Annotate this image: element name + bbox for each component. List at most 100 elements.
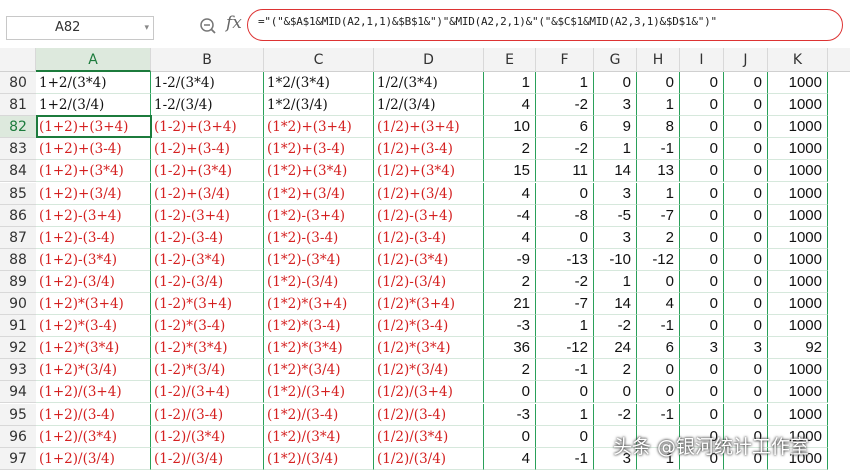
cell-k92[interactable]: 92 <box>768 337 828 360</box>
cell-b86[interactable]: (1-2)-(3+4) <box>151 204 264 227</box>
cell-c82[interactable]: (1*2)+(3+4) <box>264 116 374 139</box>
cell-c85[interactable]: (1*2)+(3/4) <box>264 182 374 205</box>
cell-d84[interactable]: (1/2)+(3*4) <box>374 160 484 183</box>
cell-e80[interactable]: 1 <box>484 72 536 94</box>
cell-h82[interactable]: 8 <box>637 116 680 139</box>
cell-g84[interactable]: 14 <box>594 160 637 183</box>
cell-c95[interactable]: (1*2)/(3-4) <box>264 403 374 426</box>
cell-i83[interactable]: 0 <box>680 138 724 161</box>
cell-i85[interactable]: 0 <box>680 182 724 205</box>
cell-a84[interactable]: (1+2)+(3*4) <box>36 160 151 183</box>
cell-j81[interactable]: 0 <box>724 94 768 117</box>
cell-c92[interactable]: (1*2)*(3*4) <box>264 337 374 360</box>
cell-c88[interactable]: (1*2)-(3*4) <box>264 248 374 271</box>
cell-i86[interactable]: 0 <box>680 204 724 227</box>
cell-k80[interactable]: 1000 <box>768 72 828 94</box>
cell-j84[interactable]: 0 <box>724 160 768 183</box>
cell-e87[interactable]: 4 <box>484 226 536 249</box>
cell-g92[interactable]: 24 <box>594 337 637 360</box>
cell-i94[interactable]: 0 <box>680 381 724 404</box>
cell-k95[interactable]: 1000 <box>768 403 828 426</box>
cell-e93[interactable]: 2 <box>484 359 536 382</box>
cell-j95[interactable]: 0 <box>724 403 768 426</box>
cell-g87[interactable]: 3 <box>594 226 637 249</box>
cell-f84[interactable]: 11 <box>536 160 594 183</box>
cell-e94[interactable]: 0 <box>484 381 536 404</box>
column-header-i[interactable]: I <box>680 48 724 72</box>
cell-g88[interactable]: -10 <box>594 248 637 271</box>
row-header-93[interactable]: 93 <box>0 359 36 382</box>
cell-b90[interactable]: (1-2)*(3+4) <box>151 293 264 315</box>
cell-k93[interactable]: 1000 <box>768 359 828 382</box>
cell-f85[interactable]: 0 <box>536 182 594 205</box>
row-header-92[interactable]: 92 <box>0 337 36 360</box>
cell-d88[interactable]: (1/2)-(3*4) <box>374 248 484 271</box>
cell-b94[interactable]: (1-2)/(3+4) <box>151 381 264 404</box>
cell-c91[interactable]: (1*2)*(3-4) <box>264 315 374 338</box>
cell-a89[interactable]: (1+2)-(3/4) <box>36 270 151 293</box>
cell-f80[interactable]: 1 <box>536 72 594 94</box>
cell-f81[interactable]: -2 <box>536 94 594 117</box>
cell-e92[interactable]: 36 <box>484 337 536 360</box>
cell-c97[interactable]: (1*2)/(3/4) <box>264 447 374 470</box>
cell-h95[interactable]: -1 <box>637 403 680 426</box>
cell-d83[interactable]: (1/2)+(3-4) <box>374 138 484 161</box>
cell-k84[interactable]: 1000 <box>768 160 828 183</box>
cell-e89[interactable]: 2 <box>484 270 536 293</box>
cell-b95[interactable]: (1-2)/(3-4) <box>151 403 264 426</box>
cell-j86[interactable]: 0 <box>724 204 768 227</box>
cell-a93[interactable]: (1+2)*(3/4) <box>36 359 151 382</box>
cell-j90[interactable]: 0 <box>724 293 768 315</box>
cell-d85[interactable]: (1/2)+(3/4) <box>374 182 484 205</box>
cell-c90[interactable]: (1*2)*(3+4) <box>264 293 374 315</box>
cell-i87[interactable]: 0 <box>680 226 724 249</box>
cell-e88[interactable]: -9 <box>484 248 536 271</box>
cell-d87[interactable]: (1/2)-(3-4) <box>374 226 484 249</box>
cell-b82[interactable]: (1-2)+(3+4) <box>151 116 264 139</box>
cell-k86[interactable]: 1000 <box>768 204 828 227</box>
cell-f90[interactable]: -7 <box>536 293 594 315</box>
cell-b83[interactable]: (1-2)+(3-4) <box>151 138 264 161</box>
cell-e81[interactable]: 4 <box>484 94 536 117</box>
cell-h87[interactable]: 2 <box>637 226 680 249</box>
cell-b89[interactable]: (1-2)-(3/4) <box>151 270 264 293</box>
cell-f87[interactable]: 0 <box>536 226 594 249</box>
cell-d91[interactable]: (1/2)*(3-4) <box>374 315 484 338</box>
cell-i89[interactable]: 0 <box>680 270 724 293</box>
column-header-a[interactable]: A <box>36 48 151 72</box>
cell-f89[interactable]: -2 <box>536 270 594 293</box>
cell-f95[interactable]: 1 <box>536 403 594 426</box>
cell-a82[interactable]: (1+2)+(3+4) <box>36 116 151 139</box>
cell-e83[interactable]: 2 <box>484 138 536 161</box>
cell-f97[interactable]: -1 <box>536 447 594 470</box>
cell-a92[interactable]: (1+2)*(3*4) <box>36 337 151 360</box>
cell-j85[interactable]: 0 <box>724 182 768 205</box>
cell-a87[interactable]: (1+2)-(3-4) <box>36 226 151 249</box>
column-header-g[interactable]: G <box>594 48 637 72</box>
cell-h84[interactable]: 13 <box>637 160 680 183</box>
cell-d86[interactable]: (1/2)-(3+4) <box>374 204 484 227</box>
cell-e95[interactable]: -3 <box>484 403 536 426</box>
row-header-87[interactable]: 87 <box>0 226 36 249</box>
cell-g81[interactable]: 3 <box>594 94 637 117</box>
column-header-f[interactable]: F <box>536 48 594 72</box>
column-header-b[interactable]: B <box>151 48 264 72</box>
cell-f96[interactable]: 0 <box>536 425 594 448</box>
cell-g82[interactable]: 9 <box>594 116 637 139</box>
cell-h94[interactable]: 0 <box>637 381 680 404</box>
cell-a95[interactable]: (1+2)/(3-4) <box>36 403 151 426</box>
cell-g94[interactable]: 0 <box>594 381 637 404</box>
cell-g90[interactable]: 14 <box>594 293 637 315</box>
cell-a96[interactable]: (1+2)/(3*4) <box>36 425 151 448</box>
cell-i93[interactable]: 0 <box>680 359 724 382</box>
cell-c81[interactable]: 1*2/(3/4) <box>264 94 374 117</box>
cell-h93[interactable]: 0 <box>637 359 680 382</box>
cell-g86[interactable]: -5 <box>594 204 637 227</box>
cell-k89[interactable]: 1000 <box>768 270 828 293</box>
cell-b87[interactable]: (1-2)-(3-4) <box>151 226 264 249</box>
cell-h91[interactable]: -1 <box>637 315 680 338</box>
column-header-c[interactable]: C <box>264 48 374 72</box>
cell-a80[interactable]: 1+2/(3*4) <box>36 72 151 94</box>
cell-e90[interactable]: 21 <box>484 293 536 315</box>
column-header-j[interactable]: J <box>724 48 768 72</box>
